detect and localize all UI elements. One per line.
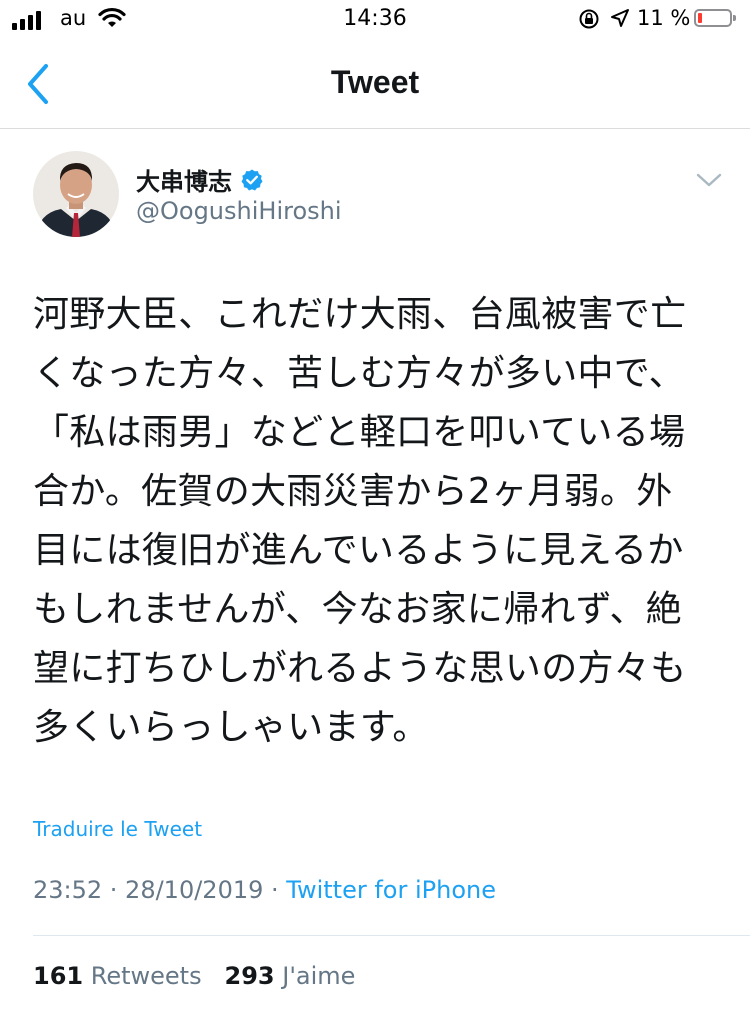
avatar[interactable] [33,151,119,237]
translate-tweet-link[interactable]: Traduire le Tweet [33,817,202,841]
status-bar: au 14:36 11 % [0,0,750,40]
location-arrow-icon [611,9,629,27]
avatar-image [33,151,119,237]
verified-badge-icon [241,169,263,190]
battery-percentage: 11 % [637,6,691,30]
author-name-row[interactable]: 大串博志 [136,162,264,197]
navigation-bar: Tweet [0,40,750,129]
page-title: Tweet [330,64,420,100]
likes-label: J'aime [282,962,356,990]
tweet-metadata: 23:52 · 28/10/2019 · Twitter for iPhone [33,876,496,904]
author-name: 大串博志 [136,168,232,196]
divider [33,935,750,936]
retweets-stat[interactable]: 161 Retweets [33,962,202,990]
retweets-label: Retweets [90,962,202,990]
tweet-datetime: 23:52 · 28/10/2019 · [33,876,287,904]
retweets-count: 161 [33,962,84,990]
rotation-lock-icon [579,9,599,29]
tweet-stats: 161 Retweets 293 J'aime [33,962,355,990]
tweet-source-link[interactable]: Twitter for iPhone [286,876,496,904]
likes-stat[interactable]: 293 J'aime [225,962,356,990]
chevron-down-icon [696,173,722,187]
tweet-options-button[interactable] [694,168,724,192]
battery-icon [694,9,736,27]
tweet-text: 河野大臣、これだけ大雨、台風被害で亡 くなった方々、苦しむ方々が多い中で、 「私… [33,294,687,748]
author-handle[interactable]: @OogushiHiroshi [136,197,342,225]
likes-count: 293 [224,962,275,990]
